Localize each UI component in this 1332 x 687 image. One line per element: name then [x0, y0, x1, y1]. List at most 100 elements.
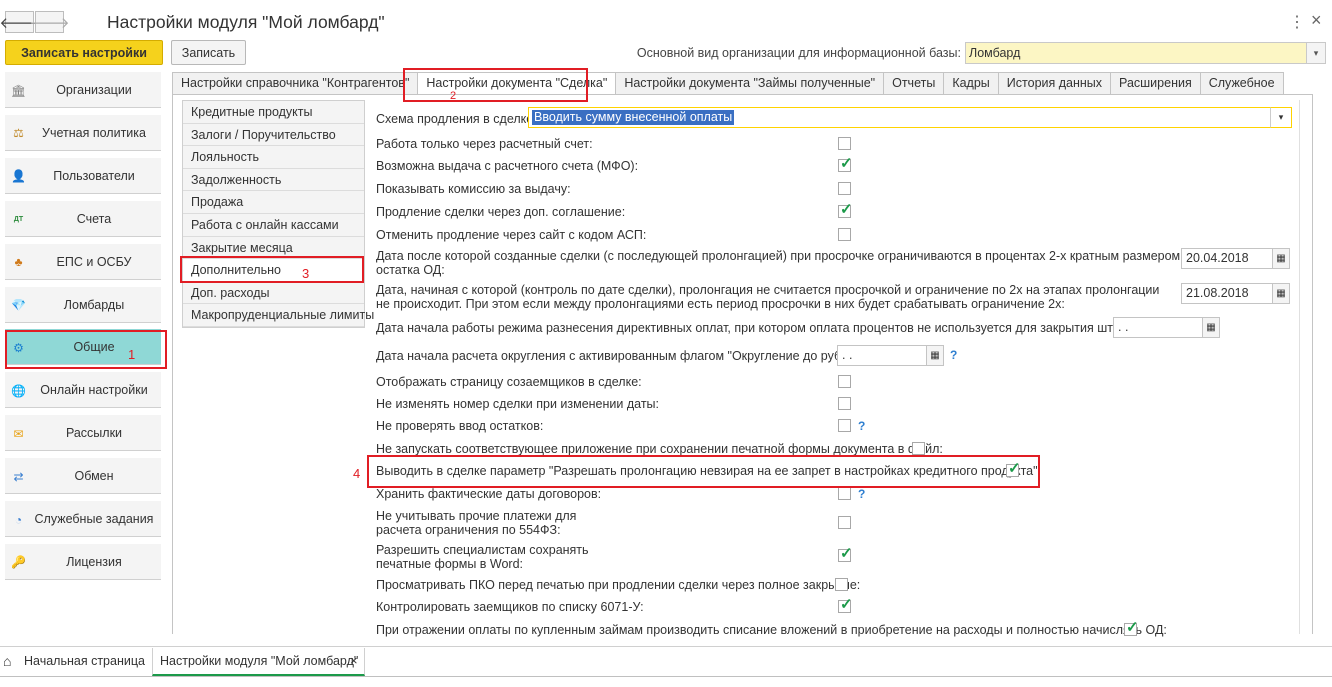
sidebar-item-label: Обмен	[74, 469, 114, 484]
tab-4[interactable]: Кадры	[944, 72, 999, 95]
option-checkbox[interactable]: ✓	[838, 546, 853, 562]
option-checkbox[interactable]	[838, 516, 851, 529]
sidebar-item-1[interactable]: ⚖ Учетная политика	[5, 114, 161, 151]
option-checkbox[interactable]	[838, 487, 851, 500]
org-kind-label: Основной вид организации для информацион…	[636, 46, 961, 60]
globe-icon: 🌐	[11, 383, 26, 398]
sidebar-item-10[interactable]: ◔ Служебные задания	[5, 501, 161, 537]
checkmark-icon: ✓	[840, 201, 853, 218]
subnav-item-1[interactable]: Залоги / Поручительство	[183, 124, 364, 147]
exchange-icon: ⇄	[13, 469, 24, 484]
tab-6[interactable]: Расширения	[1111, 72, 1201, 95]
close-icon[interactable]: ×	[1311, 10, 1322, 31]
date3-label: Дата начала работы режима разнесения дир…	[376, 321, 1155, 335]
subnav-item-3[interactable]: Задолженность	[183, 169, 364, 192]
more-vertical-icon[interactable]: ⋮	[1289, 12, 1305, 32]
help-icon[interactable]: ?	[858, 419, 865, 433]
help-icon[interactable]: ?	[950, 348, 957, 362]
calendar-icon[interactable]: ▦	[1272, 248, 1290, 269]
option-label: Контролировать заемщиков по списку 6071-…	[376, 600, 644, 614]
scheme-select[interactable]: Вводить сумму внесенной оплаты	[528, 107, 1277, 128]
home-tab[interactable]: Начальная страница	[24, 649, 145, 675]
subnav-item-4[interactable]: Продажа	[183, 191, 364, 214]
tab-5[interactable]: История данных	[998, 72, 1112, 95]
tab-7[interactable]: Служебное	[1200, 72, 1284, 95]
divider	[0, 676, 1332, 677]
forward-button[interactable]: 🡒	[29, 11, 70, 33]
sidebar-item-label: Учетная политика	[42, 125, 146, 140]
calendar-icon[interactable]: ▦	[926, 345, 944, 366]
option-label: Хранить фактические даты договоров:	[376, 487, 602, 501]
tab-2[interactable]: Настройки документа "Займы полученные"	[616, 72, 885, 95]
option-label: При отражении оплаты по купленным займам…	[376, 623, 1167, 637]
date2-label: Дата, начиная с которой (контроль по дат…	[376, 283, 1160, 311]
chevron-down-icon[interactable]: ▾	[1270, 107, 1292, 128]
option-label: Разрешить специалистам сохранять печатны…	[376, 543, 589, 571]
clock-icon: ◔	[14, 512, 23, 527]
scrollbar[interactable]	[1299, 100, 1300, 634]
option-checkbox[interactable]: ✓	[838, 155, 853, 172]
user-icon: 👤	[11, 169, 26, 184]
sidebar-item-label: Служебные задания	[34, 512, 154, 526]
sidebar-item-9[interactable]: ⇄ Обмен	[5, 458, 161, 495]
option-checkbox[interactable]	[838, 137, 851, 150]
option-checkbox[interactable]	[912, 442, 925, 455]
highlight-box-4	[367, 455, 1040, 488]
date3-field[interactable]: . .	[1113, 317, 1203, 338]
sidebar-item-7[interactable]: 🌐 Онлайн настройки	[5, 372, 161, 409]
option-label: Возможна выдача с расчетного счета (МФО)…	[376, 159, 639, 173]
annotation-4: 4	[353, 466, 361, 481]
tab-0[interactable]: Настройки справочника "Контрагентов"	[172, 72, 419, 95]
subnav-item-5[interactable]: Работа с онлайн кассами	[183, 214, 364, 237]
calendar-icon[interactable]: ▦	[1272, 283, 1290, 304]
arrow-right-icon: 🡒	[29, 14, 70, 32]
save-button[interactable]: Записать	[171, 40, 246, 65]
accounts-icon: ДТ	[13, 215, 24, 223]
home-icon: ⌂	[3, 653, 12, 669]
save-settings-button[interactable]: Записать настройки	[5, 40, 163, 65]
annotation-3: 3	[302, 266, 310, 281]
sidebar-item-8[interactable]: ✉ Рассылки	[5, 415, 161, 452]
date1-label: Дата после которой созданные сделки (с п…	[376, 249, 1181, 277]
date4-field[interactable]: . .	[837, 345, 929, 366]
scheme-value: Вводить сумму внесенной оплаты	[532, 110, 735, 125]
subnav-item-8[interactable]: Доп. расходы	[183, 282, 364, 305]
option-checkbox[interactable]: ✓	[838, 201, 853, 218]
option-checkbox[interactable]	[838, 419, 851, 432]
option-label: Не изменять номер сделки при изменении д…	[376, 397, 660, 411]
checkmark-icon: ✓	[840, 596, 853, 613]
subnav-item-0[interactable]: Кредитные продукты	[183, 101, 364, 124]
tab-3[interactable]: Отчеты	[884, 72, 945, 95]
page-title: Настройки модуля "Мой ломбард"	[107, 12, 385, 32]
option-checkbox[interactable]	[838, 182, 851, 195]
sidebar-item-label: ЕПС и ОСБУ	[56, 254, 132, 269]
sidebar-item-3[interactable]: ДТ Счета	[5, 200, 161, 237]
sidebar-item-11[interactable]: 🔑 Лицензия	[5, 543, 161, 580]
option-checkbox[interactable]	[838, 228, 851, 241]
subnav-item-9[interactable]: Макропруденциальные лимиты	[183, 304, 374, 327]
option-checkbox[interactable]	[835, 578, 848, 591]
subnav-item-2[interactable]: Лояльность	[183, 146, 364, 169]
bottom-tab-label: Настройки модуля "Мой ломбард"	[160, 654, 359, 668]
sidebar-item-label: Ломбарды	[63, 297, 125, 312]
option-label: Отменить продление через сайт с кодом АС…	[376, 228, 647, 242]
diamond-icon: 💎	[11, 298, 26, 312]
option-checkbox[interactable]: ✓	[1124, 620, 1139, 636]
date2-field[interactable]: 21.08.2018	[1181, 283, 1273, 304]
option-checkbox[interactable]	[838, 397, 851, 410]
sidebar-item-5[interactable]: 💎 Ломбарды	[5, 286, 161, 323]
option-label: Показывать комиссию за выдачу:	[376, 182, 571, 196]
calendar-icon[interactable]: ▦	[1202, 317, 1220, 338]
help-icon[interactable]: ?	[858, 487, 865, 501]
sidebar-item-label: Пользователи	[53, 168, 135, 183]
sidebar-item-4[interactable]: ♣ ЕПС и ОСБУ	[5, 243, 161, 280]
close-icon[interactable]: ×	[350, 649, 358, 675]
sidebar-item-0[interactable]: 🏛 Организации	[5, 72, 161, 108]
checkmark-icon: ✓	[840, 155, 853, 172]
org-kind-field[interactable]: Ломбард	[965, 42, 1313, 64]
sidebar-item-2[interactable]: 👤 Пользователи	[5, 157, 161, 194]
option-checkbox[interactable]: ✓	[838, 596, 853, 613]
option-checkbox[interactable]	[838, 375, 851, 388]
chevron-down-icon[interactable]: ▾	[1306, 42, 1326, 64]
date1-field[interactable]: 20.04.2018	[1181, 248, 1273, 269]
